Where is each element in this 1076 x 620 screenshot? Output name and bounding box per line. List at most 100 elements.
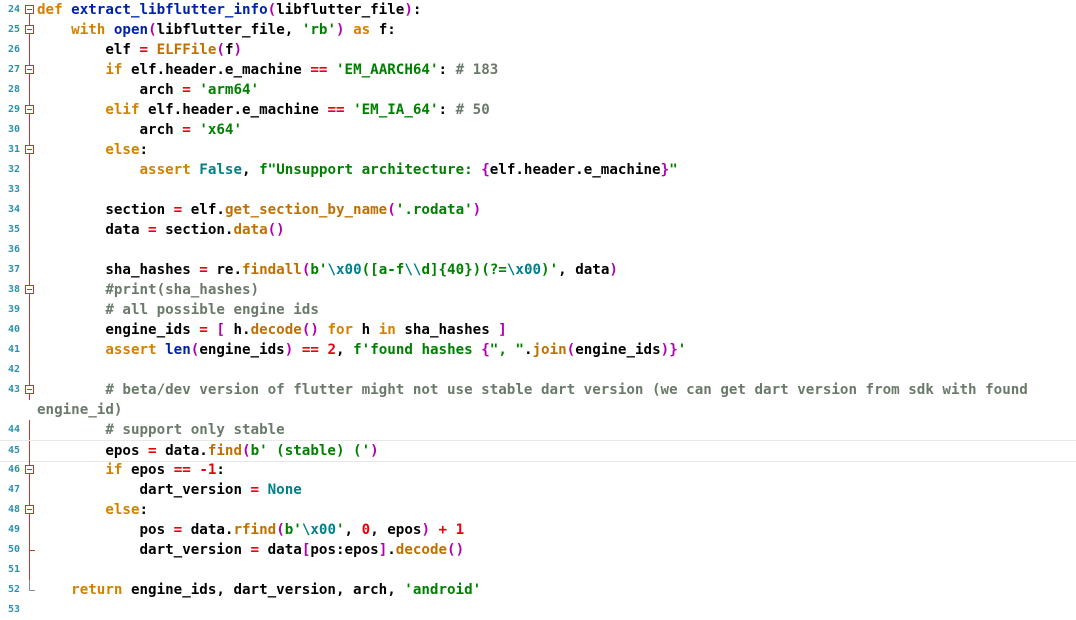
code-text[interactable]: # beta/dev version of flutter might not …: [37, 380, 1028, 400]
code-line[interactable]: 49 pos = data.rfind(b'\x00', 0, epos) + …: [0, 520, 1076, 540]
code-text[interactable]: if epos == -1:: [37, 460, 225, 480]
code-line[interactable]: 41 assert len(engine_ids) == 2, f'found …: [0, 340, 1076, 360]
code-text[interactable]: with open(libflutter_file, 'rb') as f:: [37, 20, 396, 40]
code-text[interactable]: # support only stable: [37, 420, 284, 440]
line-number: 47: [7, 484, 20, 495]
code-line[interactable]: 53: [0, 600, 1076, 620]
code-line[interactable]: 43 # beta/dev version of flutter might n…: [0, 380, 1076, 420]
line-number: 45: [7, 445, 20, 456]
line-number: 32: [7, 164, 20, 175]
code-line[interactable]: 33: [0, 180, 1076, 200]
line-number: 41: [7, 344, 20, 355]
code-line[interactable]: 38 #print(sha_hashes): [0, 280, 1076, 300]
line-number: 50: [7, 544, 20, 555]
code-text[interactable]: section = elf.get_section_by_name('.roda…: [37, 200, 481, 220]
line-number: 52: [7, 584, 20, 595]
code-text[interactable]: assert len(engine_ids) == 2, f'found has…: [37, 340, 686, 360]
fold-toggle-icon[interactable]: [23, 500, 37, 520]
code-line[interactable]: 30 arch = 'x64': [0, 120, 1076, 140]
code-line[interactable]: 51: [0, 560, 1076, 580]
line-number: 44: [7, 424, 20, 435]
fold-toggle-icon[interactable]: [23, 460, 37, 480]
fold-toggle-icon[interactable]: [23, 140, 37, 160]
fold-guide: [29, 120, 30, 140]
code-text[interactable]: epos = data.find(b' (stable) ('): [37, 441, 378, 461]
line-number: 27: [7, 64, 20, 75]
code-line[interactable]: 24 def extract_libflutter_info(libflutter…: [0, 0, 1076, 20]
code-line[interactable]: 39 # all possible engine ids: [0, 300, 1076, 320]
line-number: 31: [7, 144, 20, 155]
code-text[interactable]: # all possible engine ids: [37, 300, 319, 320]
fold-guide: [29, 420, 30, 440]
code-line[interactable]: 48 else:: [0, 500, 1076, 520]
fold-toggle-icon[interactable]: [23, 0, 37, 20]
code-text[interactable]: elif elf.header.e_machine == 'EM_IA_64':…: [37, 100, 489, 120]
code-text[interactable]: arch = 'arm64': [37, 80, 259, 100]
line-number: 43: [7, 384, 20, 395]
code-text[interactable]: pos = data.rfind(b'\x00', 0, epos) + 1: [37, 520, 464, 540]
code-line[interactable]: 52 return engine_ids, dart_version, arch…: [0, 580, 1076, 600]
code-line[interactable]: 40 engine_ids = [ h.decode() for h in sh…: [0, 320, 1076, 340]
code-line[interactable]: 29 elif elf.header.e_machine == 'EM_IA_6…: [0, 100, 1076, 120]
code-text[interactable]: data = section.data(): [37, 220, 284, 240]
code-line[interactable]: 47 dart_version = None: [0, 480, 1076, 500]
fold-guide: [29, 220, 30, 240]
code-line[interactable]: 32 assert False, f"Unsupport architectur…: [0, 160, 1076, 180]
code-line[interactable]: 42: [0, 360, 1076, 380]
code-line[interactable]: 35 data = section.data(): [0, 220, 1076, 240]
code-line[interactable]: 34 section = elf.get_section_by_name('.r…: [0, 200, 1076, 220]
line-number: 39: [7, 304, 20, 315]
line-number: 35: [7, 224, 20, 235]
fold-toggle-icon[interactable]: [23, 100, 37, 120]
code-editor[interactable]: 24 def extract_libflutter_info(libflutter…: [0, 0, 1076, 615]
code-line[interactable]: 46 if epos == -1:: [0, 460, 1076, 480]
code-text[interactable]: sha_hashes = re.findall(b'\x00([a-f\\d]{…: [37, 260, 618, 280]
code-text[interactable]: else:: [37, 500, 148, 520]
line-number: 33: [7, 184, 20, 195]
code-text[interactable]: assert False, f"Unsupport architecture: …: [37, 160, 678, 180]
fold-toggle-icon[interactable]: [23, 280, 37, 300]
fold-toggle-icon[interactable]: [23, 60, 37, 80]
fold-guide: [29, 80, 30, 100]
fold-guide: [29, 200, 30, 220]
code-line[interactable]: 27 if elf.header.e_machine == 'EM_AARCH6…: [0, 60, 1076, 80]
code-line[interactable]: 28 arch = 'arm64': [0, 80, 1076, 100]
code-text[interactable]: else:: [37, 140, 148, 160]
code-line[interactable]: 50 dart_version = data[pos:epos].decode(…: [0, 540, 1076, 560]
code-text[interactable]: dart_version = None: [37, 480, 301, 500]
fold-guide: [29, 260, 30, 280]
line-number: 28: [7, 84, 20, 95]
code-line[interactable]: 25 with open(libflutter_file, 'rb') as f…: [0, 20, 1076, 40]
code-text[interactable]: def extract_libflutter_info(libflutter_f…: [37, 0, 421, 20]
code-text[interactable]: if elf.header.e_machine == 'EM_AARCH64':…: [37, 60, 498, 80]
fold-guide: [29, 580, 35, 591]
fold-guide: [29, 540, 35, 560]
code-text-wrapped[interactable]: engine_id): [37, 400, 122, 420]
code-line[interactable]: 37 sha_hashes = re.findall(b'\x00([a-f\\…: [0, 260, 1076, 280]
line-number: 40: [7, 324, 20, 335]
line-number: 53: [7, 604, 20, 615]
fold-toggle-icon[interactable]: [23, 20, 37, 40]
fold-guide: [29, 441, 30, 461]
code-text[interactable]: #print(sha_hashes): [37, 280, 259, 300]
code-text[interactable]: elf = ELFFile(f): [37, 40, 242, 60]
fold-guide: [29, 560, 30, 580]
fold-guide: [29, 340, 30, 360]
fold-guide: [29, 320, 30, 340]
fold-guide: [29, 160, 30, 180]
code-line[interactable]: 31 else:: [0, 140, 1076, 160]
code-line[interactable]: 36: [0, 240, 1076, 260]
fold-guide: [29, 360, 30, 380]
code-line[interactable]: 26 elf = ELFFile(f): [0, 40, 1076, 60]
fold-guide: [29, 520, 30, 540]
code-text[interactable]: engine_ids = [ h.decode() for h in sha_h…: [37, 320, 507, 340]
line-number: 24: [7, 4, 20, 15]
code-text[interactable]: dart_version = data[pos:epos].decode(): [37, 540, 464, 560]
line-number: 37: [7, 264, 20, 275]
fold-toggle-icon[interactable]: [23, 380, 37, 400]
code-text[interactable]: arch = 'x64': [37, 120, 242, 140]
code-text[interactable]: return engine_ids, dart_version, arch, '…: [37, 580, 481, 600]
fold-guide: [23, 600, 37, 620]
code-line[interactable]: 45 epos = data.find(b' (stable) ('): [0, 440, 1076, 462]
code-line[interactable]: 44 # support only stable: [0, 420, 1076, 440]
